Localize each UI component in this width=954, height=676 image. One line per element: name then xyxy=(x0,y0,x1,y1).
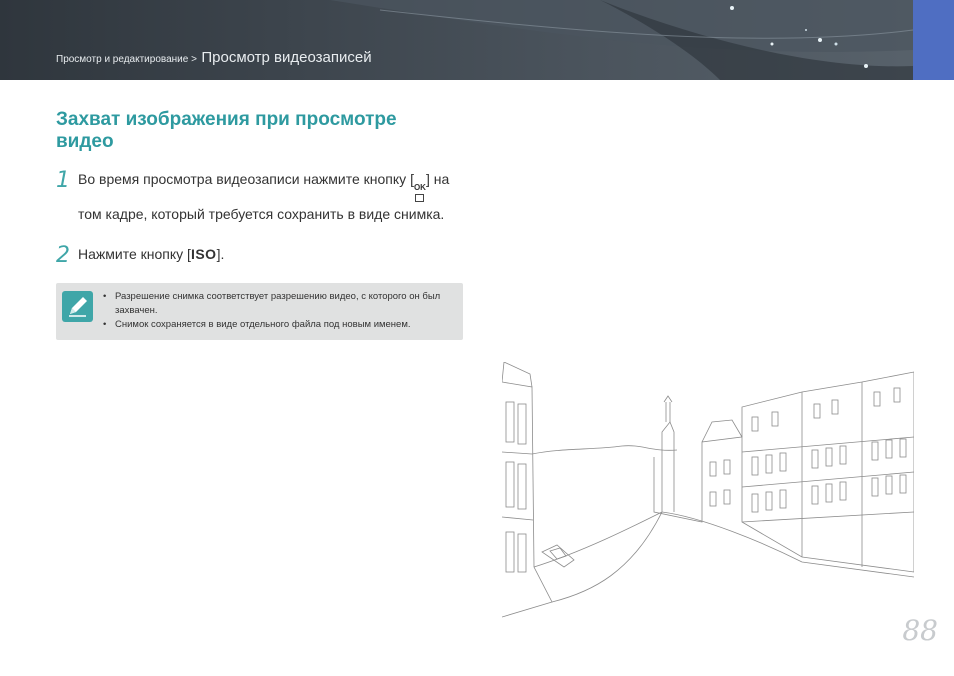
step-text: Во время просмотра видеозаписи нажмите к… xyxy=(78,170,468,224)
ok-button-icon: OK xyxy=(414,183,426,205)
breadcrumb-section: Просмотр и редактирование > xyxy=(56,54,197,65)
note-item: Снимок сохраняется в виде отдельного фай… xyxy=(103,318,458,332)
step-text-before: Во время просмотра видеозаписи нажмите к… xyxy=(78,171,414,187)
chapter-tab xyxy=(913,0,954,80)
iso-button-label: ISO xyxy=(190,246,217,262)
note-list: Разрешение снимка соответствует разрешен… xyxy=(103,290,458,332)
page-header: Просмотр и редактирование > Просмотр вид… xyxy=(0,0,954,80)
step-text: Нажмите кнопку [ISO]. xyxy=(78,245,468,264)
page-number: 88 xyxy=(902,614,938,647)
step-number: 2 xyxy=(56,243,70,268)
note-box: Разрешение снимка соответствует разрешен… xyxy=(56,283,463,340)
section-title: Захват изображения при просмотре видео xyxy=(56,109,397,152)
note-item: Разрешение снимка соответствует разрешен… xyxy=(103,290,458,318)
venice-canal-sketch xyxy=(502,362,914,618)
header-swoosh-graphic xyxy=(0,0,954,80)
step-number: 1 xyxy=(56,168,70,193)
breadcrumb: Просмотр и редактирование > Просмотр вид… xyxy=(56,49,372,67)
breadcrumb-page: Просмотр видеозаписей xyxy=(201,49,372,66)
pencil-note-icon xyxy=(62,291,93,322)
step-text-before: Нажмите кнопку [ xyxy=(78,246,191,262)
step-text-after: ]. xyxy=(216,246,225,262)
